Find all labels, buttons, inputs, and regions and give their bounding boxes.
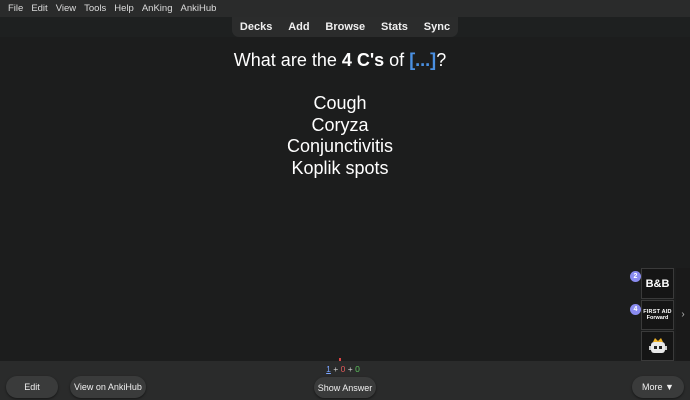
count-separator: +	[347, 364, 353, 374]
card-answer-list: Cough Coryza Conjunctivitis Koplik spots	[0, 93, 680, 179]
forward-label: Forward	[646, 315, 669, 321]
bb-label: B&B	[645, 277, 670, 290]
bottom-bar: Edit View on AnkiHub 1 + 0 + 0 Show Answ…	[0, 358, 690, 400]
menu-view[interactable]: View	[52, 0, 80, 17]
answer-line: Cough	[313, 93, 367, 113]
side-panel: B&B 2 FIRST AID Forward 4 ›	[630, 268, 690, 361]
question-mid: of	[384, 50, 410, 70]
bb-count-badge: 2	[630, 271, 641, 282]
first-aid-count-badge: 4	[630, 304, 641, 315]
view-on-ankihub-button[interactable]: View on AnkiHub	[70, 376, 146, 398]
toolbar-stats[interactable]: Stats	[381, 21, 408, 33]
answer-line: Coryza	[311, 114, 369, 135]
menu-help[interactable]: Help	[110, 0, 138, 17]
menu-tools[interactable]: Tools	[80, 0, 110, 17]
answer-line: Koplik spots	[291, 157, 389, 178]
count-separator: +	[333, 364, 339, 374]
menu-file[interactable]: File	[4, 0, 27, 17]
answer-line: Conjunctivitis	[286, 136, 394, 156]
ankihub-robot-button[interactable]	[641, 331, 674, 361]
menu-bar: File Edit View Tools Help AnKing AnkiHub	[0, 0, 690, 17]
learn-count: 0	[340, 364, 346, 374]
collapse-panel-chevron-icon[interactable]: ›	[676, 268, 690, 361]
edit-button[interactable]: Edit	[6, 376, 58, 398]
question-suffix: ?	[436, 50, 447, 70]
first-aid-forward-button[interactable]: FIRST AID Forward	[641, 300, 674, 330]
card-view: What are the 4 C's of [...]? Cough Coryz…	[0, 37, 690, 361]
more-button[interactable]: More ▼	[632, 376, 684, 398]
new-count: 1	[326, 364, 331, 374]
progress-tick	[339, 358, 341, 361]
card-question: What are the 4 C's of [...]?	[0, 50, 680, 71]
menu-edit[interactable]: Edit	[27, 0, 51, 17]
show-answer-button[interactable]: Show Answer	[314, 377, 376, 398]
toolbar-browse[interactable]: Browse	[325, 21, 365, 33]
question-prefix: What are the	[233, 50, 342, 70]
toolbar-decks[interactable]: Decks	[240, 21, 272, 33]
bb-button[interactable]: B&B	[641, 268, 674, 299]
cloze-placeholder: [...]	[409, 50, 437, 70]
menu-anking[interactable]: AnKing	[138, 0, 177, 17]
main-toolbar: Decks Add Browse Stats Sync	[232, 17, 458, 37]
toolbar-add[interactable]: Add	[288, 21, 309, 33]
robot-icon	[648, 338, 667, 353]
review-count: 0	[355, 364, 360, 374]
menu-ankihub[interactable]: AnkiHub	[176, 0, 220, 17]
due-counts: 1 + 0 + 0	[318, 364, 368, 374]
toolbar-sync[interactable]: Sync	[424, 21, 450, 33]
question-bold: 4 C's	[341, 50, 385, 70]
